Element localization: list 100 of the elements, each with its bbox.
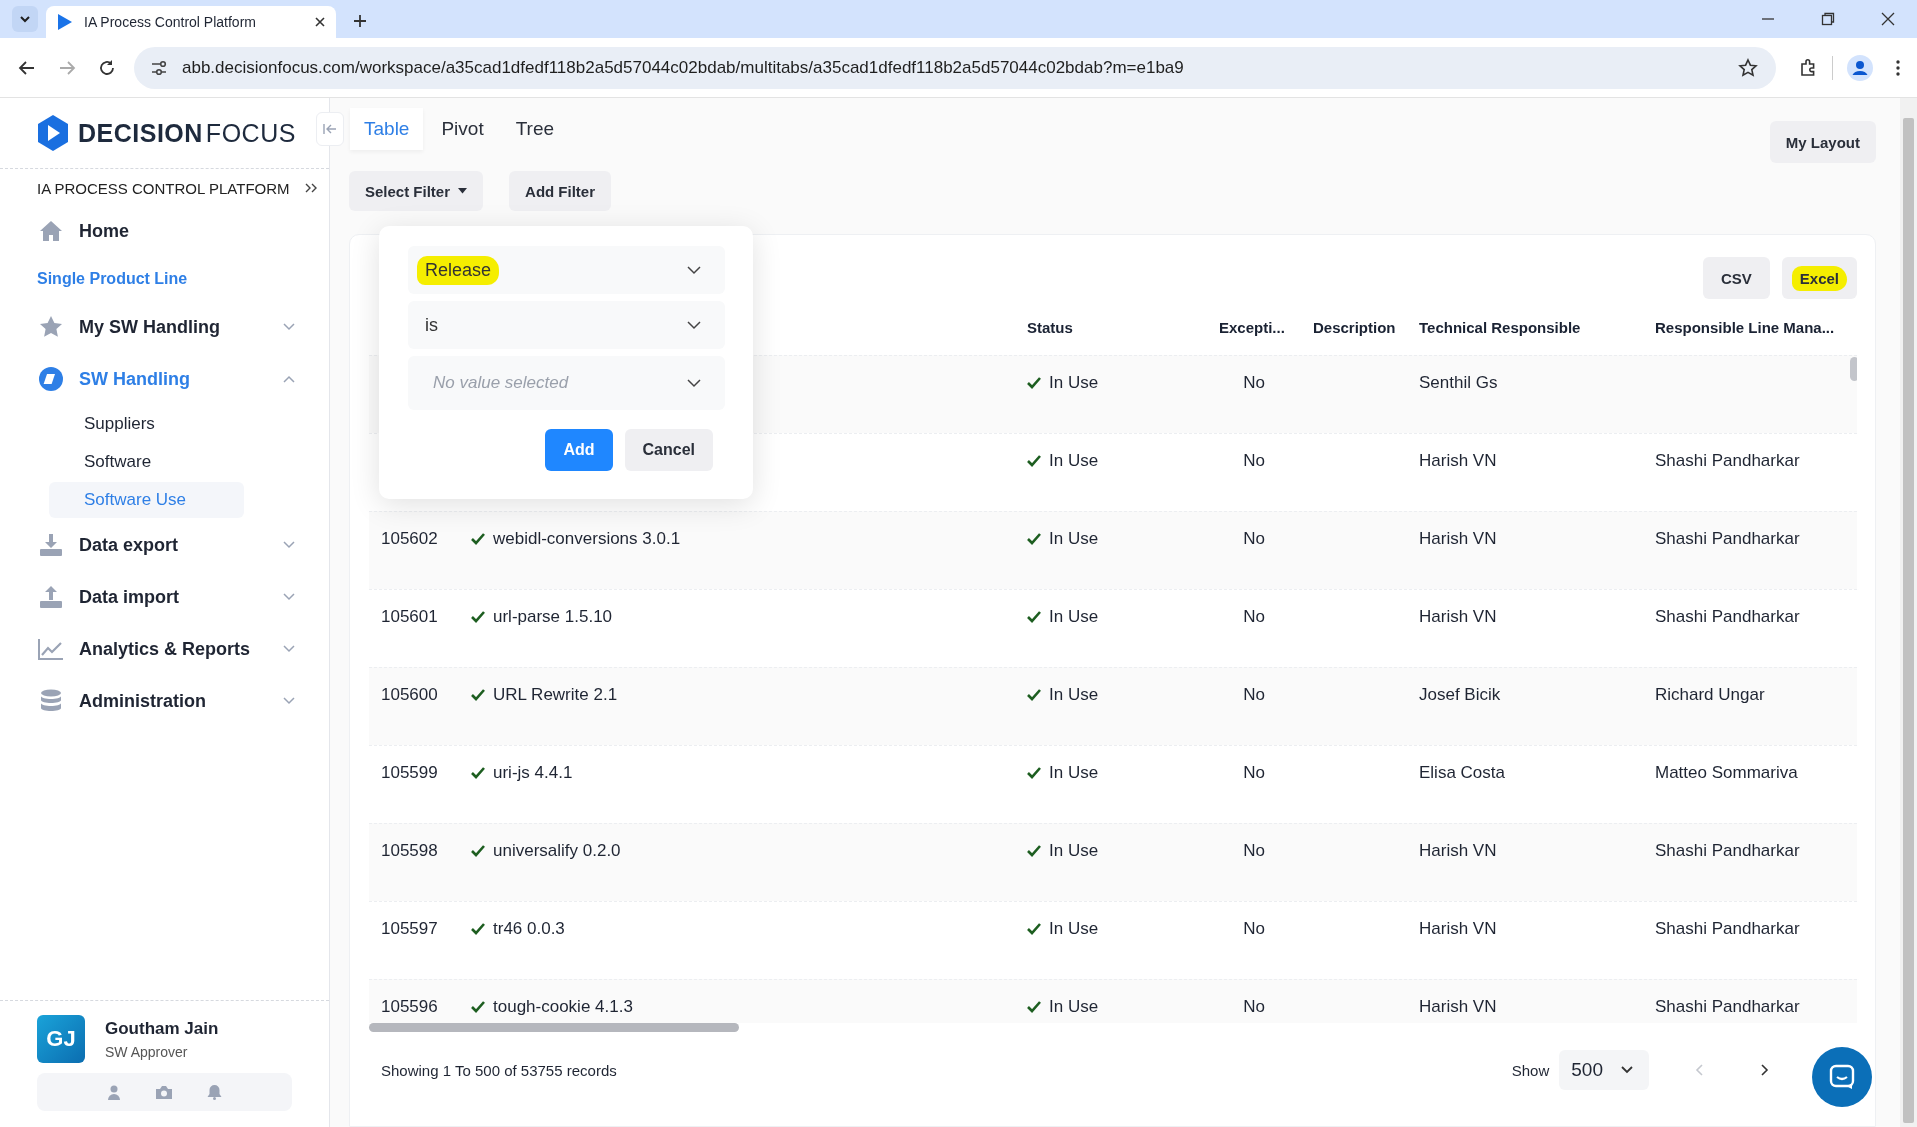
table-cell: In Use: [1027, 451, 1099, 471]
restore-icon[interactable]: [1821, 12, 1835, 26]
user-name: Goutham Jain: [105, 1018, 219, 1039]
check-icon: [471, 923, 485, 935]
chevron-icon: [687, 378, 701, 388]
highlighted-label: Excel: [1791, 265, 1847, 291]
bell-icon[interactable]: [207, 1084, 222, 1100]
collapse-sidebar-button[interactable]: [316, 112, 344, 146]
cancel-button[interactable]: Cancel: [624, 429, 713, 471]
reload-icon[interactable]: [98, 58, 116, 77]
table-cell: 105601: [381, 607, 438, 626]
bookmark-star-icon[interactable]: [1738, 57, 1758, 78]
nav-subitem[interactable]: Software: [49, 444, 244, 480]
table-cell: webidl-conversions 3.0.1: [471, 529, 681, 549]
nav-item[interactable]: SW Handling: [0, 353, 329, 405]
nav-subitem[interactable]: Software Use: [49, 482, 244, 518]
record-count: Showing 1 To 500 of 53755 records: [381, 1061, 617, 1079]
camera-icon[interactable]: [155, 1084, 173, 1100]
chevron-icon[interactable]: [283, 645, 295, 653]
view-tab[interactable]: Pivot: [427, 108, 498, 150]
column-header[interactable]: Responsible Line Mana...: [1643, 318, 1843, 336]
close-icon[interactable]: [1881, 12, 1895, 26]
chevron-icon: [1621, 1066, 1633, 1074]
table-cell: Harish VN: [1419, 451, 1497, 470]
brand-name: DECISION FOCUS: [78, 118, 296, 148]
check-icon: [471, 845, 485, 857]
address-bar[interactable]: abb.decisionfocus.com/workspace/a35cad1dfedf118b2a5d57044c02bdab/multitabs/a35cad1dfedf118b2a5d57044c02bdab?m=e1ba9: [134, 46, 1776, 89]
nav-item[interactable]: My SW Handling: [0, 301, 329, 353]
add-button[interactable]: Add: [545, 429, 613, 471]
browser-tab[interactable]: IA Process Control Platform: [46, 6, 336, 38]
filter-button[interactable]: Add Filter: [509, 171, 612, 211]
new-tab-icon[interactable]: [352, 13, 368, 29]
column-header[interactable]: Technical Responsible: [1407, 318, 1643, 336]
scrollbar-thumb[interactable]: [1850, 357, 1857, 381]
dropdown-field[interactable]: is: [408, 301, 725, 349]
chevron-icon[interactable]: [283, 541, 295, 549]
back-icon[interactable]: [18, 58, 36, 77]
page-size-dropdown[interactable]: 500: [1559, 1050, 1649, 1090]
play-logo-icon: [56, 13, 74, 31]
expand-icon[interactable]: [303, 182, 318, 194]
close-icon[interactable]: [314, 16, 326, 28]
column-header[interactable]: Description: [1301, 318, 1407, 336]
table-cell: No: [1243, 919, 1265, 938]
check-icon: [1027, 689, 1041, 701]
export-button[interactable]: CSV: [1702, 257, 1770, 299]
dropdown-field[interactable]: Release: [408, 246, 725, 294]
chevron-icon[interactable]: [283, 375, 295, 383]
nav-item[interactable]: Home: [0, 205, 329, 257]
show-label: Show: [1511, 1061, 1550, 1079]
collapse-icon: [323, 123, 337, 135]
view-tab[interactable]: Table: [350, 108, 424, 150]
star-icon: [38, 316, 64, 338]
table-cell: In Use: [1027, 919, 1099, 939]
table-cell: In Use: [1027, 763, 1099, 783]
table-cell: 105602: [381, 529, 438, 548]
view-tab[interactable]: Tree: [501, 108, 569, 150]
table-cell: Harish VN: [1419, 529, 1497, 548]
table-cell: No: [1243, 763, 1265, 782]
table-cell: No: [1243, 373, 1265, 392]
table-cell: Harish VN: [1419, 607, 1497, 626]
chevron-icon[interactable]: [283, 697, 295, 705]
check-icon: [1027, 923, 1041, 935]
check-icon: [471, 533, 485, 545]
table-cell: Richard Ungar: [1655, 685, 1765, 704]
table-cell: In Use: [1027, 997, 1099, 1017]
table-cell: 105598: [381, 841, 438, 860]
nav-subitem[interactable]: Suppliers: [49, 406, 244, 442]
table-cell: URL Rewrite 2.1: [471, 685, 618, 705]
column-header[interactable]: Excepti...: [1207, 318, 1301, 336]
chevron-icon: [19, 13, 31, 25]
table-cell: Josef Bicik: [1419, 685, 1501, 704]
table-cell: In Use: [1027, 841, 1099, 861]
export-button[interactable]: Excel: [1781, 257, 1857, 299]
column-header[interactable]: Status: [1015, 318, 1207, 336]
tab-search-button[interactable]: [12, 6, 38, 32]
nav-item[interactable]: Data import: [0, 571, 329, 623]
check-icon: [1027, 455, 1041, 467]
chevron-icon: [687, 265, 701, 275]
download-icon: [38, 534, 64, 556]
chevron-icon[interactable]: [283, 593, 295, 601]
site-settings-icon[interactable]: [150, 59, 168, 76]
filter-button[interactable]: Select Filter: [349, 171, 484, 211]
nav-item[interactable]: Administration: [0, 675, 329, 727]
table-cell: No: [1243, 997, 1265, 1016]
table-cell: Shashi Pandharkar: [1655, 451, 1800, 470]
home-icon: [38, 220, 64, 242]
table-cell: Matteo Sommariva: [1655, 763, 1798, 782]
nav-item[interactable]: Analytics & Reports: [0, 623, 329, 675]
scrollbar-thumb[interactable]: [369, 1023, 739, 1032]
profile-icon[interactable]: [1847, 54, 1873, 81]
menu-icon[interactable]: [1895, 58, 1901, 77]
nav-item[interactable]: Data export: [0, 519, 329, 571]
person-icon[interactable]: [107, 1084, 121, 1100]
table-cell: In Use: [1027, 607, 1099, 627]
chevron-left-icon: [1695, 1064, 1703, 1076]
my-layout-button[interactable]: My Layout: [1769, 121, 1876, 163]
scrollbar-thumb[interactable]: [1903, 118, 1914, 1123]
forward-icon[interactable]: [58, 58, 76, 77]
check-icon: [1027, 611, 1041, 623]
chevron-icon[interactable]: [283, 323, 295, 331]
